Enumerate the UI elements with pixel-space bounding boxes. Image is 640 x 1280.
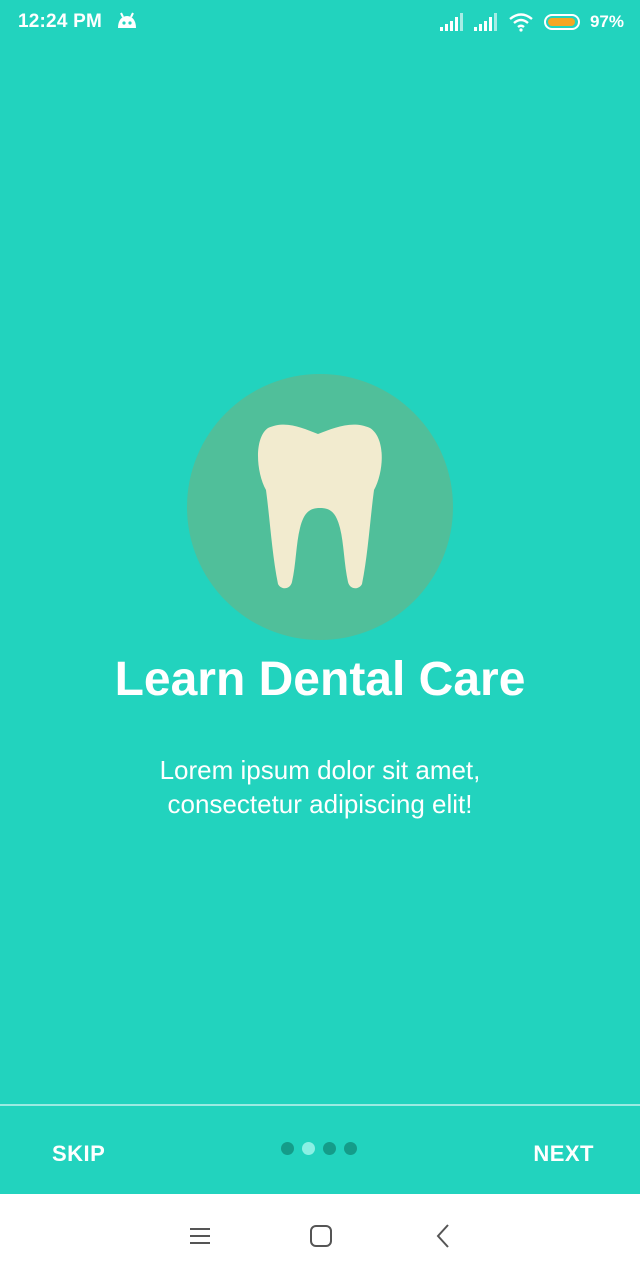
home-icon[interactable] xyxy=(307,1222,335,1250)
battery-percent: 97% xyxy=(589,12,624,31)
android-icon xyxy=(118,12,136,28)
page-dot-active xyxy=(302,1142,315,1155)
status-icons: 97% xyxy=(439,10,624,34)
next-button[interactable]: NEXT xyxy=(533,1132,594,1176)
page-dot xyxy=(323,1142,336,1155)
tooth-icon xyxy=(258,424,382,589)
battery-icon xyxy=(543,14,580,30)
signal-icon xyxy=(473,13,497,31)
page-dot xyxy=(281,1142,294,1155)
battery-level xyxy=(547,18,576,26)
navigation-bar xyxy=(0,1194,640,1280)
page-dot xyxy=(344,1142,357,1155)
status-time: 12:24 PM xyxy=(18,11,102,32)
page-title: Learn Dental Care xyxy=(114,653,526,706)
page-description: Lorem ipsum dolor sit amet, consectetur … xyxy=(159,755,481,819)
illustration-circle xyxy=(187,374,453,640)
back-icon[interactable] xyxy=(430,1222,458,1250)
signal-icon xyxy=(439,13,463,31)
page-indicator xyxy=(281,1142,357,1155)
skip-button[interactable]: SKIP xyxy=(52,1132,105,1176)
status-bar: 12:24 PM 97% xyxy=(0,0,640,44)
menu-icon[interactable] xyxy=(186,1222,214,1250)
onboarding-screen: 12:24 PM 97% Learn Dental Care Lorem ips… xyxy=(0,0,640,1280)
wifi-icon xyxy=(509,13,533,32)
bottom-divider xyxy=(0,1104,640,1106)
